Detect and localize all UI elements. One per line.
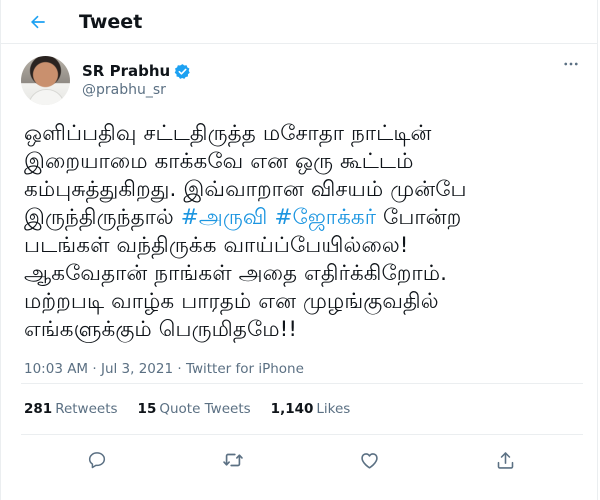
likes-count: 1,140 [270,401,314,417]
share-button[interactable] [487,442,523,478]
top-bar: Tweet [1,0,597,44]
retweets-label: Retweets [55,401,118,417]
tweet-source-link[interactable]: Twitter for iPhone [186,361,304,377]
retweet-icon [223,453,243,467]
tweet-time-link[interactable]: 10:03 AM · Jul 3, 2021 [24,361,173,377]
hashtag-link[interactable]: #ஜோக்கர் [274,205,376,230]
meta-separator: · [173,361,186,377]
likes-stat[interactable]: 1,140 Likes [271,401,351,417]
actions-row [1,435,597,485]
hashtag-link[interactable]: #அருவி [181,205,268,230]
tweet-date: Jul 3, 2021 [100,361,174,377]
tweet-text-segment: போன்ற [376,205,462,230]
likes-label: Likes [316,401,351,417]
reply-button[interactable] [79,442,115,478]
quote-tweets-label: Quote Tweets [159,401,251,417]
tweet-line-with-hashtags: இருந்திருந்தால் #அருவி #ஜோக்கர் போன்ற [24,204,577,232]
verified-badge-icon [174,63,191,80]
retweet-button[interactable] [215,442,251,478]
tweet-text-segment: இருந்திருந்தால் [24,205,181,230]
reply-icon [88,452,106,469]
meta-separator: · [88,361,101,377]
like-icon [360,452,378,469]
tweet-line: இறையாமை காக்கவே என ஒரு கூட்டம் [24,149,414,174]
retweets-count: 281 [24,401,53,417]
author-handle[interactable]: @prabhu_sr [82,82,191,98]
retweets-stat[interactable]: 281 Retweets [24,401,118,417]
tweet-line: கம்புசுத்துகிறது. இவ்வாறான விசயம் முன்பே [24,177,467,202]
more-options-icon [564,62,578,66]
tweet-line: எங்களுக்கும் பெருமிதமே!! [24,317,298,342]
quote-tweets-count: 15 [137,401,157,417]
author-name-line: SR Prabhu [82,62,191,80]
tweet-line: மற்றபடி வாழ்க பாரதம் என முழங்குவதில் [24,289,439,314]
tweet-time: 10:03 AM [24,361,89,377]
stats-row: 281 Retweets 15 Quote Tweets 1,140 Likes [24,384,597,434]
timestamp-row: 10:03 AM · Jul 3, 2021 · Twitter for iPh… [24,361,597,383]
author-name[interactable]: SR Prabhu [82,62,170,80]
author-row: SR Prabhu @prabhu_sr [1,44,597,116]
quote-tweets-stat[interactable]: 15 Quote Tweets [138,401,251,417]
tweet-page: Tweet SR Prabhu @prabhu_sr ஒளிப்பதிவு சட… [0,0,598,500]
tweet-line: ஆகவேதான் நாங்கள் அதை எதிர்க்கிறோம். [24,261,448,286]
page-title: Tweet [79,10,143,33]
like-button[interactable] [351,442,387,478]
more-options-button[interactable] [559,52,583,76]
avatar-shirt [28,88,65,105]
author-meta: SR Prabhu @prabhu_sr [82,62,191,98]
tweet-line: படங்கள் வந்திருக்க வாய்ப்பேயில்லை! [24,233,409,258]
share-icon [497,451,513,469]
avatar[interactable] [21,55,70,105]
back-arrow-icon [31,15,45,28]
tweet-text: ஒளிப்பதிவு சட்டதிருத்த மசோதா நாட்டின் இற… [24,120,577,344]
back-button[interactable] [21,5,55,39]
tweet-line: ஒளிப்பதிவு சட்டதிருத்த மசோதா நாட்டின் [24,121,432,146]
